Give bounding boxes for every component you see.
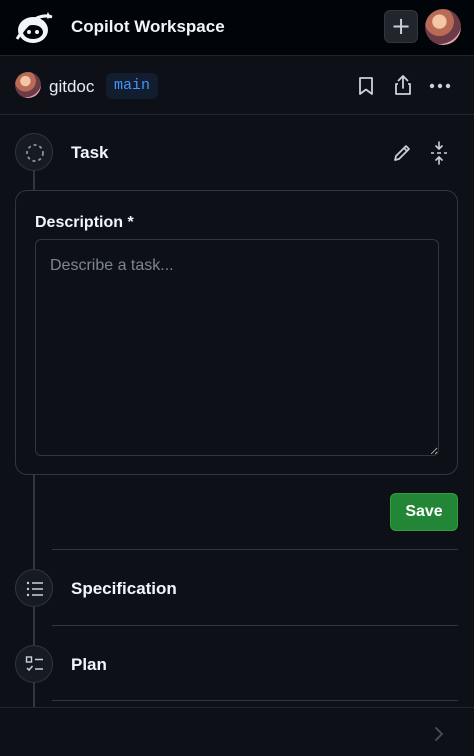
collapse-icon[interactable] (429, 141, 449, 165)
specification-heading[interactable]: Specification (71, 579, 177, 599)
task-status-icon (15, 133, 53, 171)
repo-bar: gitdoc main (0, 57, 474, 115)
task-card: Description * (15, 190, 458, 475)
checklist-icon (25, 656, 43, 672)
description-input[interactable] (35, 239, 439, 456)
description-label: Description * (35, 214, 134, 231)
divider (52, 625, 458, 626)
plan-heading[interactable]: Plan (71, 655, 107, 675)
repo-name[interactable]: gitdoc (49, 77, 94, 97)
share-icon[interactable] (393, 74, 413, 96)
bookmark-icon[interactable] (357, 76, 375, 96)
new-button[interactable]: + (384, 10, 418, 43)
branch-badge[interactable]: main (106, 73, 159, 99)
divider (52, 549, 458, 550)
task-heading: Task (71, 143, 109, 162)
specification-step-circle (15, 569, 53, 607)
more-options-icon[interactable] (429, 83, 451, 89)
copilot-logo-icon[interactable] (14, 9, 54, 47)
plan-step-circle (15, 645, 53, 683)
footer-bar (0, 707, 474, 756)
list-icon (26, 581, 43, 597)
user-avatar[interactable] (425, 9, 461, 45)
edit-pencil-icon[interactable] (392, 143, 412, 163)
app-header: Copilot Workspace + (0, 0, 474, 56)
save-button[interactable]: Save (390, 493, 458, 531)
divider (52, 700, 458, 701)
repo-owner-avatar (15, 72, 41, 98)
chevron-right-icon[interactable] (434, 726, 444, 747)
app-title: Copilot Workspace (71, 17, 225, 36)
